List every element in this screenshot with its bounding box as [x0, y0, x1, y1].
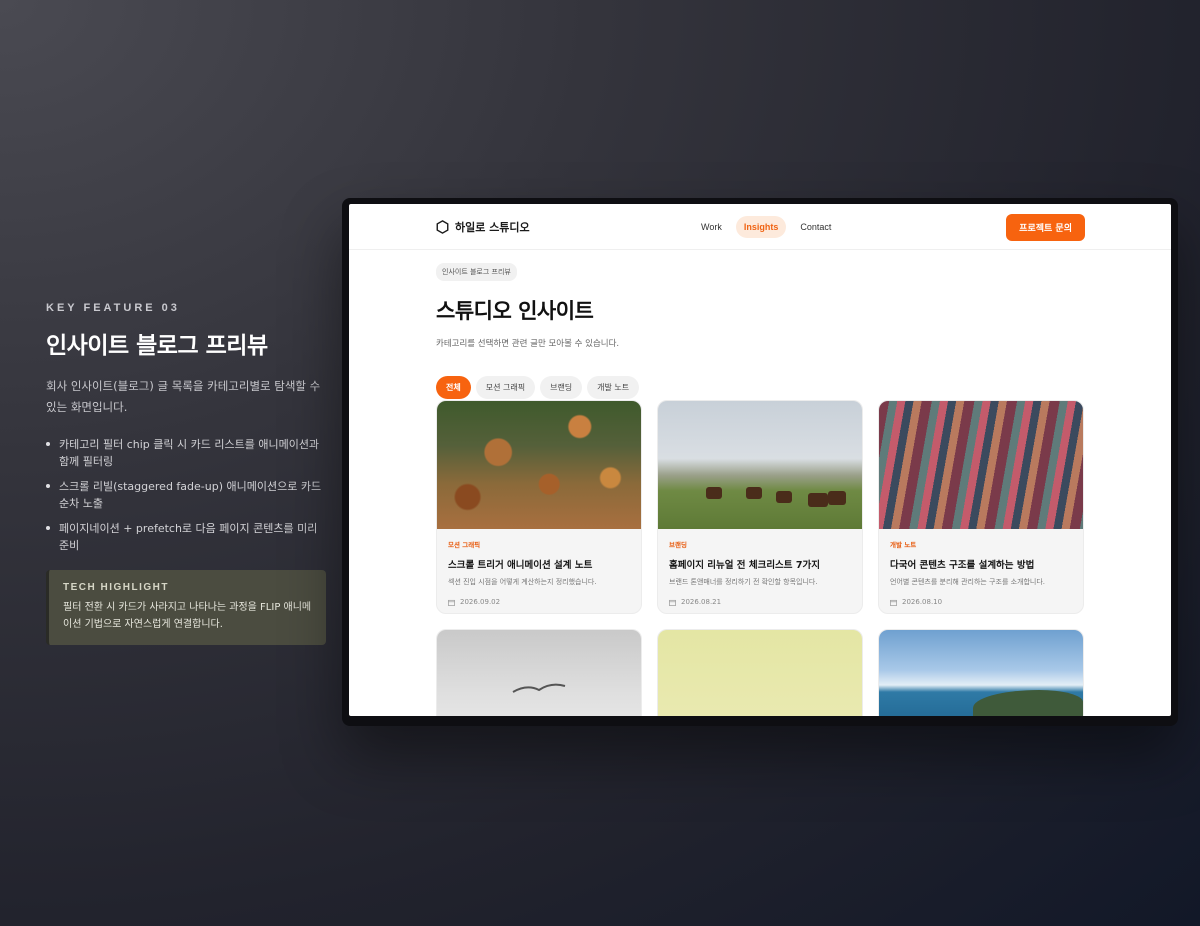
post-category: 모션 그래픽: [448, 541, 481, 549]
post-date: 2026.09.02: [448, 598, 630, 606]
feature-bullet: 스크롤 리빌(staggered fade-up) 애니메이션으로 카드 순차 …: [46, 478, 326, 512]
page-content: 인사이트 블로그 프리뷰 스튜디오 인사이트 카테고리를 선택하면 관련 글만 …: [436, 259, 1084, 399]
post-category: 브랜딩: [669, 541, 687, 549]
nav-insights[interactable]: Insights: [735, 216, 787, 238]
horse-shape: [828, 491, 846, 505]
post-card[interactable]: 모션 그래픽 스크롤 트리거 애니메이션 설계 노트 섹션 진입 시점을 어떻게…: [436, 400, 642, 614]
feature-bullet: 페이지네이션 + prefetch로 다음 페이지 콘텐츠를 미리 준비: [46, 520, 326, 554]
post-thumbnail: [437, 630, 641, 716]
feature-bullet: 카테고리 필터 chip 클릭 시 카드 리스트를 애니메이션과 함께 필터링: [46, 436, 326, 470]
calendar-icon: [669, 599, 676, 606]
feature-description: 회사 인사이트(블로그) 글 목록을 카테고리별로 탐색할 수 있는 화면입니다…: [46, 379, 321, 414]
filter-chip-motion[interactable]: 모션 그래픽: [475, 376, 536, 399]
post-thumbnail: [658, 401, 862, 529]
post-date: 2026.08.21: [669, 598, 851, 606]
category-filters: 전체 모션 그래픽 브랜딩 개발 노트: [436, 376, 1084, 399]
filter-chip-dev[interactable]: 개발 노트: [587, 376, 640, 399]
feature-title: 인사이트 블로그 프리뷰: [46, 333, 268, 359]
post-date-text: 2026.08.21: [681, 598, 722, 606]
brand-logo[interactable]: 하일로 스튜디오: [436, 219, 530, 235]
post-date-text: 2026.08.10: [902, 598, 943, 606]
filter-chip-branding[interactable]: 브랜딩: [540, 376, 583, 399]
calendar-icon: [890, 599, 897, 606]
post-category: 개발 노트: [890, 541, 917, 549]
post-date: 2026.08.10: [890, 598, 1072, 606]
calendar-icon: [448, 599, 455, 606]
post-excerpt: 섹션 진입 시점을 어떻게 계산하는지 정리했습니다.: [448, 578, 597, 586]
horse-shape: [776, 491, 792, 503]
hexagon-icon: [436, 220, 449, 234]
filter-chip-all[interactable]: 전체: [436, 376, 471, 399]
site-header: 하일로 스튜디오 Work Insights Contact 프로젝트 문의: [349, 204, 1171, 250]
monitor-frame: 하일로 스튜디오 Work Insights Contact 프로젝트 문의 인…: [342, 198, 1178, 726]
post-excerpt: 브랜드 톤앤매너를 정리하기 전 확인할 항목입니다.: [669, 578, 818, 586]
post-title: 스크롤 트리거 애니메이션 설계 노트: [448, 560, 593, 571]
post-card[interactable]: [436, 629, 642, 716]
post-title: 다국어 콘텐츠 구조를 설계하는 방법: [890, 560, 1035, 571]
website-screen: 하일로 스튜디오 Work Insights Contact 프로젝트 문의 인…: [349, 204, 1171, 716]
tech-highlight-text: 필터 전환 시 카드가 사라지고 나타나는 과정을 FLIP 애니메이션 기법으…: [63, 602, 312, 630]
post-excerpt: 언어별 콘텐츠를 분리해 관리하는 구조를 소개합니다.: [890, 578, 1046, 586]
feature-bullets: 카테고리 필터 chip 클릭 시 카드 리스트를 애니메이션과 함께 필터링 …: [46, 436, 326, 554]
tech-highlight-box: TECH HIGHLIGHT 필터 전환 시 카드가 사라지고 나타나는 과정을…: [46, 570, 326, 645]
main-nav: Work Insights Contact: [693, 216, 839, 238]
horse-shape: [746, 487, 762, 499]
feature-eyebrow: KEY FEATURE 03: [46, 302, 180, 314]
horse-shape: [808, 493, 828, 507]
project-inquiry-button[interactable]: 프로젝트 문의: [1006, 214, 1085, 241]
card-grid: 모션 그래픽 스크롤 트리거 애니메이션 설계 노트 섹션 진입 시점을 어떻게…: [436, 400, 1084, 716]
post-thumbnail: [658, 630, 862, 716]
tech-highlight-label: TECH HIGHLIGHT: [63, 582, 169, 593]
post-date-text: 2026.09.02: [460, 598, 501, 606]
post-thumbnail: [879, 630, 1083, 716]
post-thumbnail: [879, 401, 1083, 529]
page-title: 스튜디오 인사이트: [436, 299, 594, 323]
nav-work[interactable]: Work: [693, 216, 730, 238]
breadcrumb: 인사이트 블로그 프리뷰: [436, 263, 517, 281]
post-card[interactable]: [878, 629, 1084, 716]
feature-panel: KEY FEATURE 03 인사이트 블로그 프리뷰 회사 인사이트(블로그)…: [46, 302, 326, 645]
nav-contact[interactable]: Contact: [792, 216, 839, 238]
post-card[interactable]: [657, 629, 863, 716]
post-title: 홈페이지 리뉴얼 전 체크리스트 7가지: [669, 560, 820, 571]
horse-shape: [706, 487, 722, 499]
island-shape: [973, 690, 1083, 716]
brand-name: 하일로 스튜디오: [455, 221, 530, 234]
page-subtitle: 카테고리를 선택하면 관련 글만 모아볼 수 있습니다.: [436, 339, 620, 349]
post-card[interactable]: 개발 노트 다국어 콘텐츠 구조를 설계하는 방법 언어별 콘텐츠를 분리해 관…: [878, 400, 1084, 614]
post-card[interactable]: 브랜딩 홈페이지 리뉴얼 전 체크리스트 7가지 브랜드 톤앤매너를 정리하기 …: [657, 400, 863, 614]
post-thumbnail: [437, 401, 641, 529]
seagull-shape: [512, 683, 566, 693]
